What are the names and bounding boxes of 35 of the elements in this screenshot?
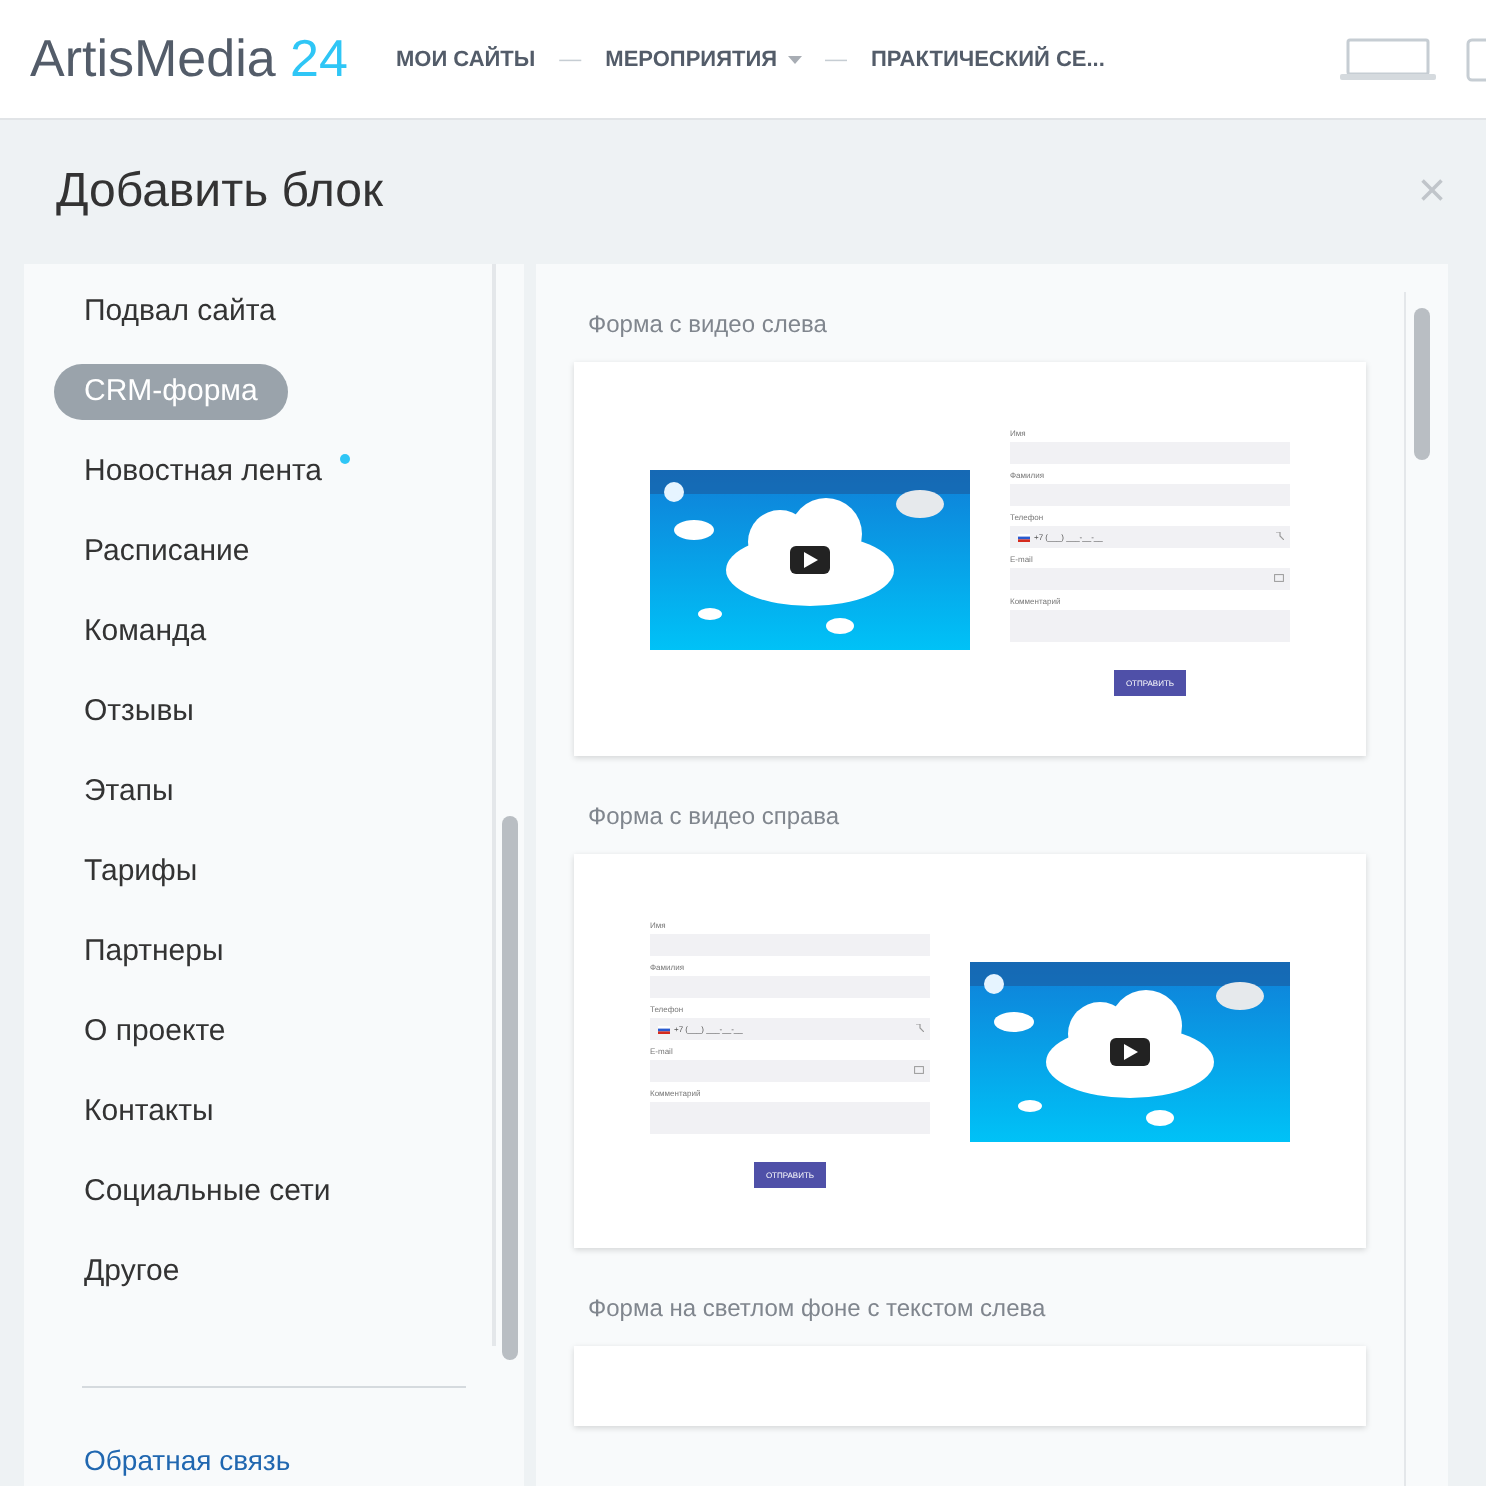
- sidebar-item[interactable]: Тарифы: [54, 844, 228, 900]
- block-preview[interactable]: [574, 1346, 1366, 1426]
- scrollbar-thumb[interactable]: [502, 816, 518, 1360]
- nav-link[interactable]: ПРАКТИЧЕСКИЙ СЕ...: [871, 47, 1105, 71]
- sidebar-item[interactable]: Расписание: [54, 524, 280, 580]
- nav-separator: —: [825, 47, 848, 71]
- block-title: Форма с видео слева: [586, 308, 829, 342]
- sidebar-item[interactable]: Контакты: [54, 1084, 244, 1140]
- scrollbar-thumb[interactable]: [1414, 308, 1430, 460]
- sidebar-item[interactable]: Этапы: [54, 764, 204, 820]
- feedback-link[interactable]: Обратная связь: [84, 1444, 291, 1476]
- logo: ArtisMedia 24: [30, 28, 348, 90]
- nav-link[interactable]: МЕРОПРИЯТИЯ: [605, 47, 802, 71]
- sidebar-item[interactable]: Новостная лента: [54, 444, 367, 500]
- sidebar-item[interactable]: Партнеры: [54, 924, 254, 980]
- mail-icon: [914, 1066, 924, 1074]
- mail-icon: [1274, 574, 1284, 582]
- nav-link[interactable]: МОИ САЙТЫ: [395, 47, 536, 71]
- sidebar-item[interactable]: Социальные сети: [54, 1164, 361, 1220]
- dialog-title: Добавить блок: [56, 164, 384, 220]
- input-field[interactable]: [650, 1060, 930, 1082]
- sidebar-item[interactable]: Команда: [54, 604, 237, 660]
- phone-icon: [1276, 532, 1284, 540]
- laptop-icon[interactable]: [1338, 37, 1438, 81]
- sidebar-item[interactable]: Подвал сайта: [54, 284, 306, 340]
- nav-separator: —: [559, 47, 582, 71]
- sidebar-item[interactable]: О проекте: [54, 1004, 256, 1060]
- flag-icon: [1018, 533, 1030, 541]
- sidebar-item[interactable]: Отзывы: [54, 684, 224, 740]
- phone-icon: [916, 1024, 924, 1032]
- block-title: Форма с видео справа: [586, 800, 842, 834]
- flag-icon: [658, 1025, 670, 1033]
- input-field[interactable]: [1010, 568, 1290, 590]
- sidebar-item[interactable]: Другое: [54, 1244, 210, 1300]
- block-title: Форма на светлом фоне с текстом слева: [586, 1292, 1048, 1326]
